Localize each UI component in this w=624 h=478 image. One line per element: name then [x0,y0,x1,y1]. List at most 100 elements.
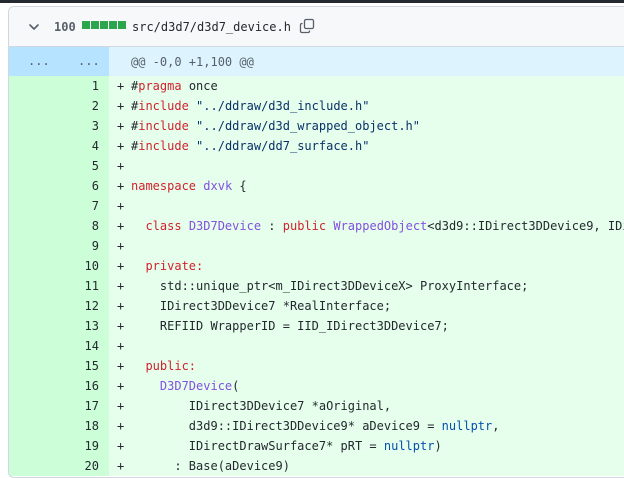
old-line-number[interactable] [9,296,59,316]
code-token: include [138,99,189,113]
new-line-number[interactable]: 14 [59,336,109,356]
old-line-number[interactable] [9,356,59,376]
diff-line: 13 + REFIID WrapperID = IID_IDirect3DDevi… [9,316,624,336]
new-line-number[interactable]: 18 [59,416,109,436]
code-token: once [181,79,218,93]
code-token: include [138,139,189,153]
code-token: namespace [131,179,197,193]
new-line-number[interactable]: 5 [59,156,109,176]
diffstat-block [100,21,108,29]
diff-line: 2 + #include "../ddraw/d3d_include.h" [9,96,624,116]
code-text: class D3D7Device : public WrappedObject<… [131,216,624,236]
old-line-number[interactable] [9,236,59,256]
old-line-number[interactable] [9,216,59,236]
old-line-number[interactable] [9,196,59,216]
expand-lines-button[interactable]: ... [9,47,59,76]
new-line-number[interactable]: 1 [59,76,109,96]
code-token: std::unique_ptr<m_IDirect3DDeviceX> Prox… [131,279,529,293]
code-token: REFIID WrapperID = IID_IDirect3DDevice7; [131,319,449,333]
code-token: IDirect3DDevice7 *RealInterface; [131,299,392,313]
diff-line: 15 + public: [9,356,624,376]
code-token: : Base(aDevice9) [131,459,290,473]
old-line-number[interactable] [9,276,59,296]
code-token: "../ddraw/d3d_wrapped_object.h" [196,119,421,133]
code-text: IDirectDrawSurface7* pRT = nullptr) [131,436,442,456]
code-text: IDirect3DDevice7 *RealInterface; [131,296,391,316]
new-line-number[interactable]: 13 [59,316,109,336]
copy-icon[interactable] [299,18,315,34]
added-marker: + [117,319,125,333]
new-line-number[interactable]: 15 [59,356,109,376]
code-text: public: [131,356,196,376]
code-token: d3d9::IDirect3DDevice9* aDevice9 = [131,419,442,433]
code-token: : [261,219,283,233]
new-line-number[interactable]: 10 [59,256,109,276]
old-line-number[interactable] [9,116,59,136]
new-line-number[interactable]: 12 [59,296,109,316]
old-line-number[interactable] [9,456,59,476]
expand-lines-button[interactable]: ... [59,47,109,76]
diff-line: 11 + std::unique_ptr<m_IDirect3DDeviceX> … [9,276,624,296]
old-line-number[interactable] [9,436,59,456]
code-text: #include "../ddraw/d3d_include.h" [131,96,369,116]
code-text: #include "../ddraw/dd7_surface.h" [131,136,369,156]
new-line-number[interactable]: 6 [59,176,109,196]
new-line-number[interactable]: 16 [59,376,109,396]
new-line-number[interactable]: 9 [59,236,109,256]
code-token: , [492,419,500,433]
old-line-number[interactable] [9,256,59,276]
new-line-number[interactable]: 2 [59,96,109,116]
code-text: #pragma once [131,76,218,96]
diffstat-block [82,21,90,29]
chevron-down-icon[interactable] [26,19,42,35]
old-line-number[interactable] [9,316,59,336]
code-token: nullptr [441,419,493,433]
new-line-number[interactable]: 7 [59,196,109,216]
diffstat-block [109,21,117,29]
diff-file-container: 100 src/d3d7/d3d7_device.h ... ... @@ -0… [8,6,624,478]
new-line-number[interactable]: 19 [59,436,109,456]
old-line-number[interactable] [9,336,59,356]
file-path[interactable]: src/d3d7/d3d7_device.h [132,20,291,34]
old-line-number[interactable] [9,376,59,396]
code-text: REFIID WrapperID = IID_IDirect3DDevice7; [131,316,449,336]
added-marker: + [117,399,125,413]
new-line-number[interactable]: 3 [59,116,109,136]
diff-line: 16 + D3D7Device( [9,376,624,396]
expander-dots: ... [28,54,50,68]
old-line-number[interactable] [9,76,59,96]
new-line-number[interactable]: 11 [59,276,109,296]
added-marker: + [117,119,125,133]
expander-dots: ... [78,54,100,68]
code-token: D3D7Device [159,379,233,393]
diffstat-bar [82,21,126,31]
code-text: namespace dxvk { [131,176,247,196]
code-token: public: [145,359,197,373]
code-token: "../ddraw/d3d_include.h" [196,99,370,113]
code-token: include [138,119,189,133]
added-marker: + [117,259,125,273]
added-marker: + [117,139,125,153]
diffstat-block [91,21,99,29]
added-marker: + [117,219,125,233]
old-line-number[interactable] [9,136,59,156]
old-line-number[interactable] [9,156,59,176]
added-marker: + [117,79,125,93]
diff-line: 6 + namespace dxvk { [9,176,624,196]
new-line-number[interactable]: 20 [59,456,109,476]
added-marker: + [117,159,125,173]
new-line-number[interactable]: 17 [59,396,109,416]
added-marker: + [117,379,125,393]
old-line-number[interactable] [9,396,59,416]
old-line-number[interactable] [9,416,59,436]
old-line-number[interactable] [9,96,59,116]
new-line-number[interactable]: 4 [59,136,109,156]
old-line-number[interactable] [9,176,59,196]
code-text: std::unique_ptr<m_IDirect3DDeviceX> Prox… [131,276,528,296]
new-line-number[interactable]: 8 [59,216,109,236]
